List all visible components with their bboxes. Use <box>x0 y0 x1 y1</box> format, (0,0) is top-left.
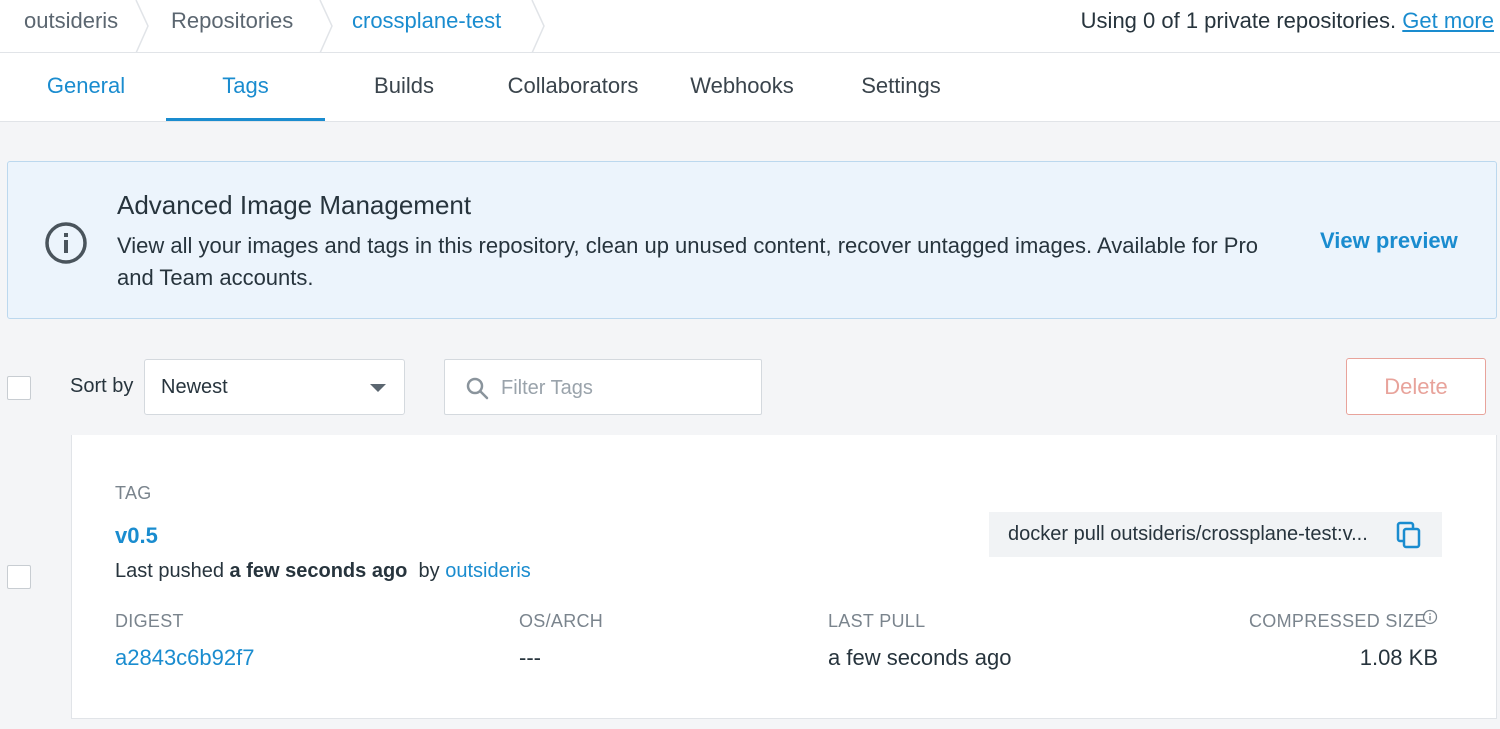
copy-icon[interactable] <box>1396 521 1422 549</box>
pushed-time: a few seconds ago <box>229 560 408 582</box>
breadcrumb-separator-icon <box>135 0 149 53</box>
pushed-by-link[interactable]: outsideris <box>445 560 531 582</box>
sort-select[interactable]: Newest <box>144 359 405 415</box>
sort-by-label: Sort by <box>70 375 134 397</box>
repo-tabs: General Tags Builds Collaborators Webhoo… <box>0 53 1500 122</box>
filter-tags-input[interactable] <box>501 372 741 404</box>
breadcrumb-item-repositories[interactable]: Repositories <box>171 0 293 52</box>
banner-text: View all your images and tags in this re… <box>117 233 1259 290</box>
tab-settings[interactable]: Settings <box>836 53 966 121</box>
tag-row-checkbox[interactable] <box>7 565 31 589</box>
tab-builds[interactable]: Builds <box>340 53 468 121</box>
search-icon <box>466 377 489 400</box>
os-arch-value: --- <box>519 645 541 670</box>
last-pull-value: a few seconds ago <box>828 645 1012 670</box>
tag-section-label: TAG <box>115 483 152 503</box>
private-repo-usage: Using 0 of 1 private repositories. Get m… <box>1081 0 1494 42</box>
digest-link[interactable]: a2843c6b92f7 <box>115 645 254 671</box>
compressed-size-column-label: COMPRESSED SIZE <box>1249 611 1427 631</box>
tab-general[interactable]: General <box>0 53 172 121</box>
delete-button[interactable]: Delete <box>1346 358 1486 415</box>
pushed-prefix: Last pushed <box>115 560 224 582</box>
osarch-column-label: OS/ARCH <box>519 611 604 631</box>
breadcrumb-item-outsideris[interactable]: outsideris <box>24 0 118 52</box>
breadcrumb-item-repo[interactable]: crossplane-test <box>352 0 501 52</box>
filter-tags-box <box>444 359 762 415</box>
tab-webhooks[interactable]: Webhooks <box>676 53 808 121</box>
breadcrumb-separator-icon <box>531 0 545 53</box>
tab-tags[interactable]: Tags <box>166 53 325 121</box>
select-all-checkbox[interactable] <box>7 376 31 400</box>
pull-command: docker pull outsideris/crossplane-test:v… <box>1008 523 1368 545</box>
info-circle-icon <box>45 222 87 264</box>
by-label: by <box>418 560 440 582</box>
banner-title: Advanced Image Management <box>117 190 472 220</box>
usage-text: Using 0 of 1 private repositories. <box>1080 8 1397 33</box>
pull-command-box: docker pull outsideris/crossplane-test:v… <box>989 512 1442 557</box>
view-preview-link[interactable]: View preview <box>1320 228 1458 254</box>
last-pushed-info: Last pushed a few seconds ago by outside… <box>115 560 531 583</box>
tab-collaborators[interactable]: Collaborators <box>490 53 656 121</box>
compressed-size-value: 1.08 KB <box>1359 645 1438 670</box>
sort-value: Newest <box>161 376 228 398</box>
info-icon[interactable] <box>1422 609 1438 625</box>
tag-card: TAG v0.5 Last pushed a few seconds ago b… <box>71 435 1497 719</box>
tag-name-link[interactable]: v0.5 <box>115 523 158 549</box>
digest-column-label: DIGEST <box>115 611 184 631</box>
advanced-image-management-banner: Advanced Image Management View all your … <box>7 161 1497 319</box>
breadcrumb-separator-icon <box>319 0 333 53</box>
breadcrumb-bar: outsideris Repositories crossplane-test … <box>0 0 1500 53</box>
get-more-link[interactable]: Get more <box>1402 8 1494 33</box>
last-pull-column-label: LAST PULL <box>828 611 926 631</box>
caret-down-icon <box>370 384 386 392</box>
